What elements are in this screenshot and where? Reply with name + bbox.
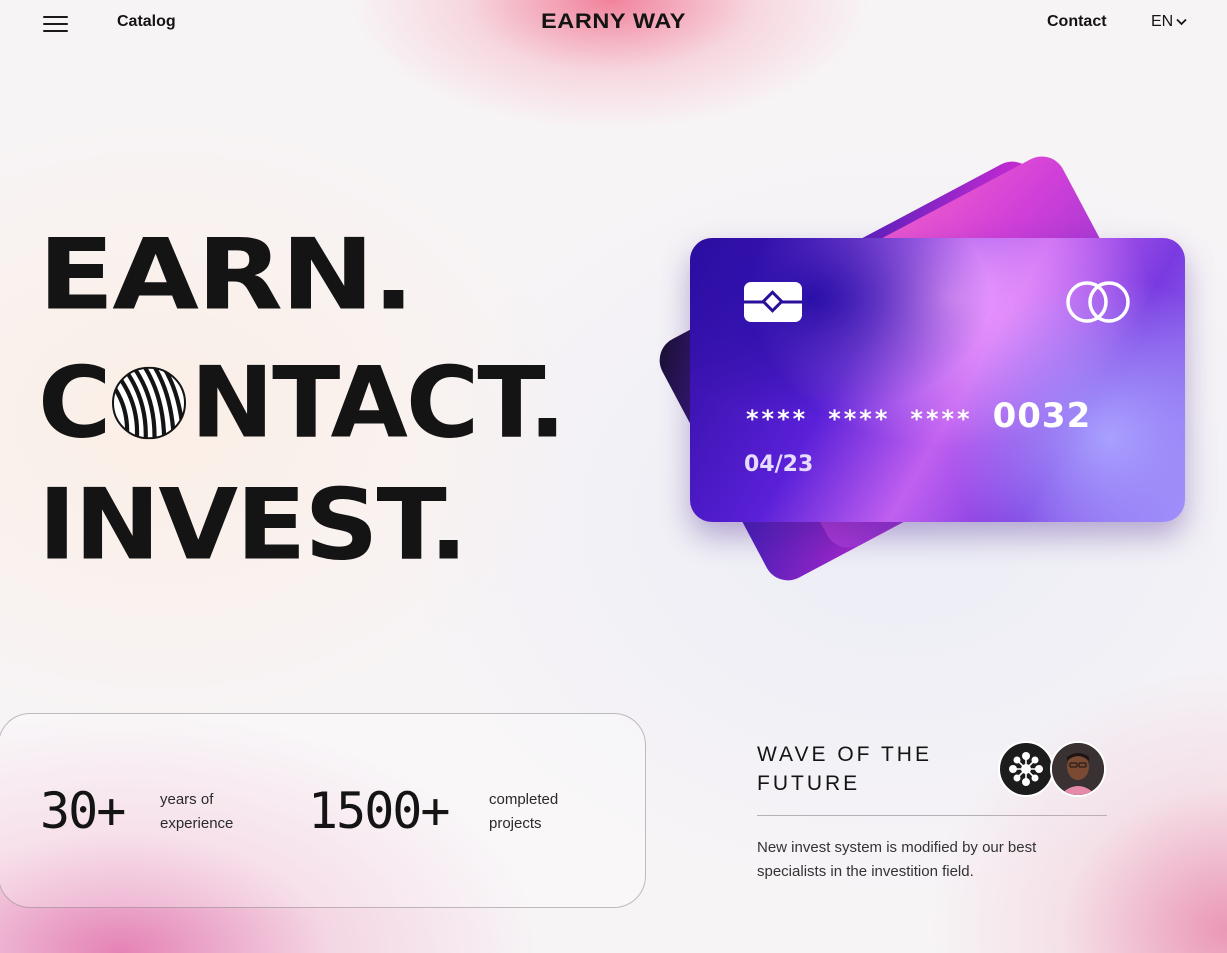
stat-projects-label: completed projects (489, 791, 559, 832)
card-last-digits: 0032 (992, 396, 1092, 436)
hero-line-contact: C NTACT. (38, 345, 566, 460)
mastercard-icon (1066, 281, 1130, 323)
network-icon[interactable] (998, 741, 1054, 797)
stat-projects-value: 1500+ (308, 782, 451, 840)
stat-years-label: years of experience (160, 791, 234, 832)
hero-line-contact-prefix: C (38, 345, 111, 460)
card-chip-icon (744, 282, 802, 322)
chevron-down-icon (1176, 18, 1187, 26)
language-selector[interactable]: EN (1151, 13, 1187, 31)
hero-line-contact-suffix: NTACT. (190, 345, 566, 460)
striped-globe-icon (112, 366, 187, 440)
top-header: Catalog EARNY WAY Contact EN (0, 0, 1227, 48)
hero-line-earn: EARN. (38, 217, 415, 332)
card-masked-group: **** (910, 405, 973, 433)
nav-contact-link[interactable]: Contact (1047, 13, 1107, 31)
card-expiry: 04/23 (744, 452, 814, 477)
logo[interactable]: EARNY WAY (0, 10, 1227, 34)
card-masked-group: **** (828, 405, 891, 433)
credit-card[interactable]: **** **** **** 0032 04/23 (690, 238, 1185, 522)
wave-description: New invest system is modified by our bes… (757, 839, 1037, 880)
wave-title: WAVE OF THE FUTURE (757, 743, 932, 795)
card-number: **** **** **** 0032 (746, 396, 1091, 436)
language-label: EN (1151, 13, 1174, 30)
hero-line-invest: INVEST. (38, 467, 468, 582)
divider (757, 815, 1107, 816)
card-masked-group: **** (746, 405, 809, 433)
stat-years-value: 30+ (40, 782, 126, 840)
person-avatar[interactable] (1050, 741, 1106, 797)
